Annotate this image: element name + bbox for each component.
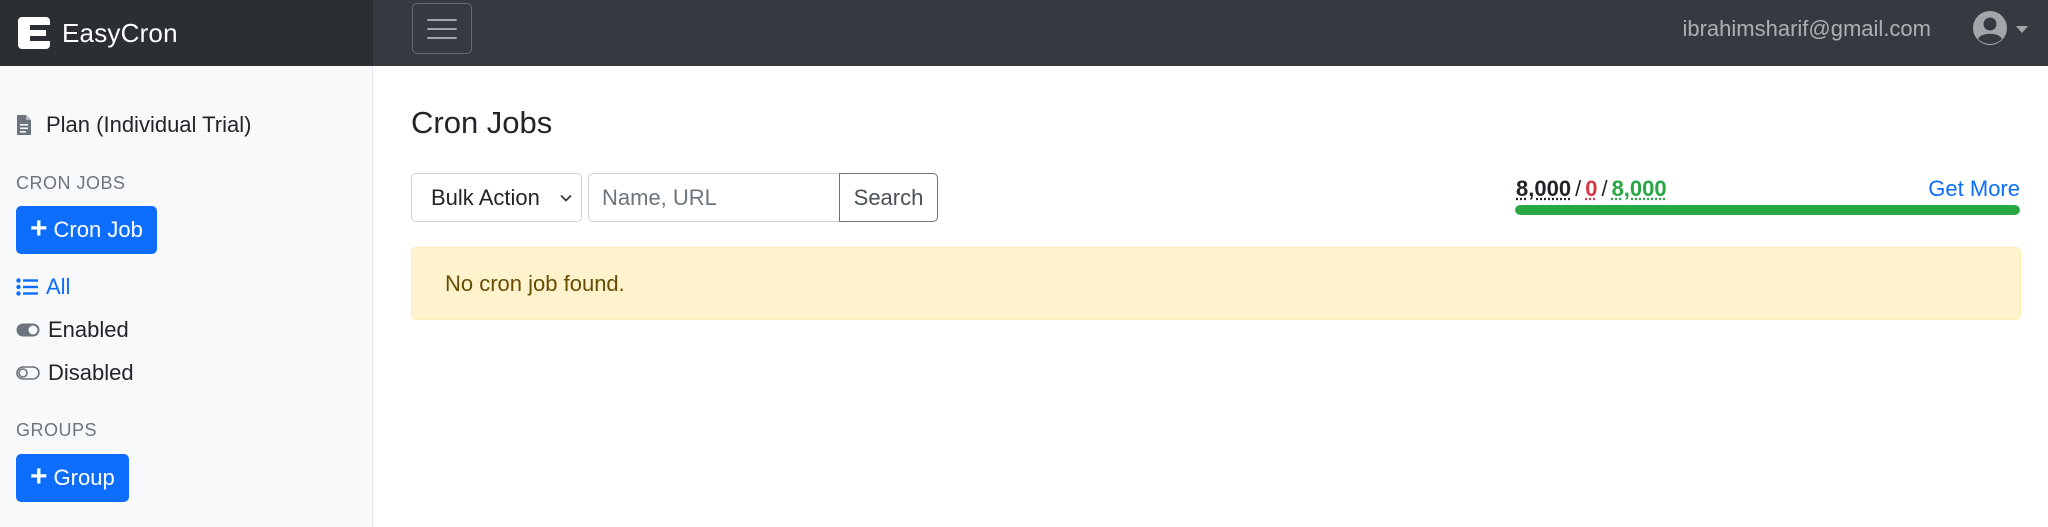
sidebar-item-all[interactable]: All — [16, 274, 70, 300]
quota-remaining[interactable]: 8,000 — [1612, 176, 1667, 201]
search-button[interactable]: Search — [839, 173, 938, 222]
chevron-down-icon — [2016, 25, 2028, 33]
quota-progress-fill — [1515, 205, 2020, 215]
quota-total[interactable]: 8,000 — [1516, 176, 1571, 201]
bulk-action-selected: Bulk Action — [431, 184, 540, 210]
sidebar-item-label: Enabled — [48, 317, 129, 342]
cron-jobs-section-title: CRON JOBS — [16, 173, 126, 193]
page-title: Cron Jobs — [411, 105, 553, 140]
alert-text: No cron job found. — [445, 270, 625, 296]
add-cron-job-label: Cron Job — [53, 217, 143, 242]
quota-used[interactable]: 0 — [1585, 176, 1597, 201]
empty-state-alert: No cron job found. — [411, 247, 2021, 320]
user-menu-dropdown[interactable] — [1972, 10, 2028, 46]
add-cron-job-button[interactable]: + Cron Job — [16, 206, 157, 254]
sidebar-item-plan[interactable]: Plan (Individual Trial) — [16, 112, 251, 138]
plus-icon: + — [30, 459, 48, 493]
get-more-link[interactable]: Get More — [1928, 176, 2020, 202]
brand-name: EasyCron — [62, 17, 178, 48]
quota-summary: 8,000/0/8,000 — [1516, 176, 1667, 202]
hamburger-icon-bar — [427, 27, 457, 30]
hamburger-icon-bar — [427, 36, 457, 39]
sidebar-item-label: All — [46, 274, 71, 299]
chevron-down-icon — [560, 194, 572, 202]
user-avatar-icon — [1973, 11, 2007, 45]
quota-progress-bar — [1515, 205, 2020, 215]
toggle-on-icon — [16, 323, 40, 337]
quota-separator: / — [1601, 176, 1608, 201]
sidebar-toggle-button[interactable] — [412, 3, 472, 54]
document-icon — [17, 115, 31, 135]
sidebar-item-disabled[interactable]: Disabled — [16, 360, 134, 386]
add-group-label: Group — [53, 465, 115, 490]
quota-separator: / — [1575, 176, 1582, 201]
add-group-button[interactable]: + Group — [16, 454, 129, 502]
bulk-action-select[interactable]: Bulk Action — [411, 173, 582, 222]
sidebar-item-enabled[interactable]: Enabled — [16, 317, 129, 343]
groups-section-title: GROUPS — [16, 420, 98, 440]
plus-icon: + — [30, 211, 48, 245]
sidebar-item-label: Disabled — [48, 360, 134, 385]
top-navbar: ibrahimsharif@gmail.com — [373, 0, 2048, 66]
hamburger-icon-bar — [427, 18, 457, 21]
user-email: ibrahimsharif@gmail.com — [1682, 16, 1931, 41]
sidebar: Plan (Individual Trial) CRON JOBS + Cron… — [0, 66, 373, 527]
brand[interactable]: EasyCron — [0, 0, 373, 66]
list-icon — [16, 278, 38, 296]
search-input[interactable] — [588, 173, 840, 222]
plan-label: Plan (Individual Trial) — [46, 112, 252, 137]
toggle-off-icon — [16, 366, 40, 380]
easycron-logo-icon — [18, 17, 50, 49]
